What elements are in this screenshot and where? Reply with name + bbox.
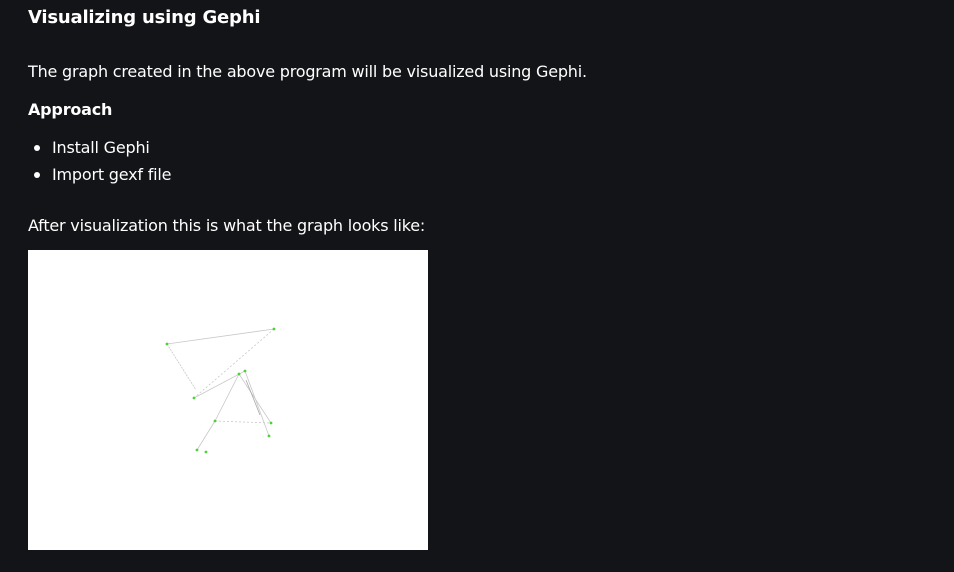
intro-paragraph: The graph created in the above program w… bbox=[28, 62, 587, 81]
graph-node bbox=[237, 372, 241, 376]
graph-node bbox=[213, 419, 217, 423]
approach-label: Approach bbox=[28, 100, 113, 119]
graph-node bbox=[195, 448, 199, 452]
graph-edge bbox=[166, 328, 275, 345]
article-content: Visualizing using Gephi The graph create… bbox=[0, 0, 954, 572]
graph-node bbox=[267, 434, 271, 438]
graph-node bbox=[165, 342, 169, 346]
graph-edge bbox=[193, 328, 275, 399]
graph-node bbox=[272, 327, 276, 331]
graph-edge bbox=[245, 379, 261, 416]
after-visualization-text: After visualization this is what the gra… bbox=[28, 216, 426, 235]
graph-edge bbox=[214, 373, 240, 422]
list-item: Install Gephi bbox=[28, 137, 171, 164]
graph-node bbox=[204, 450, 208, 454]
graph-edge bbox=[244, 370, 270, 437]
section-heading: Visualizing using Gephi bbox=[28, 7, 261, 28]
graph-edge bbox=[214, 420, 272, 424]
graph-node bbox=[269, 421, 273, 425]
graph-node bbox=[192, 396, 196, 400]
graph-node bbox=[243, 369, 247, 373]
graph-visualization bbox=[165, 327, 276, 454]
graph-edge bbox=[196, 420, 216, 451]
graph-edge bbox=[166, 343, 197, 391]
steps-list: Install Gephi Import gexf file bbox=[28, 137, 171, 191]
graph-edge bbox=[193, 370, 246, 399]
gephi-graph-image bbox=[28, 250, 428, 550]
list-item: Import gexf file bbox=[28, 164, 171, 191]
